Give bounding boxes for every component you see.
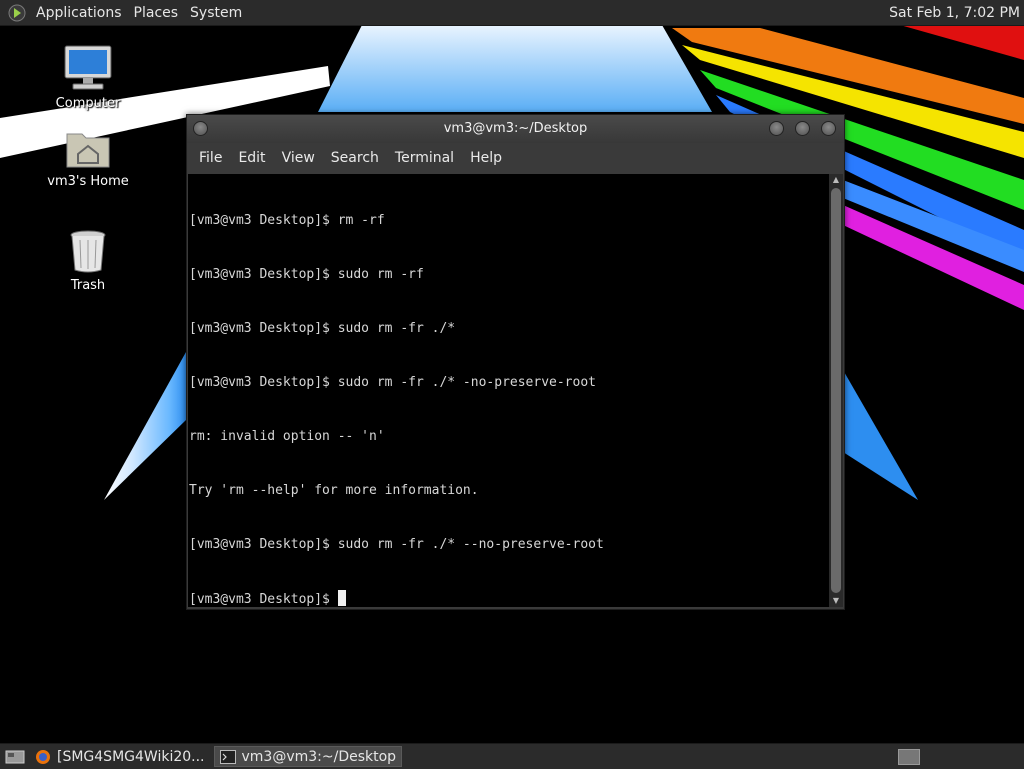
panel-clock[interactable]: Sat Feb 1, 7:02 PM	[889, 5, 1024, 21]
scrollbar-thumb[interactable]	[831, 188, 841, 593]
menu-system[interactable]: System	[184, 5, 248, 21]
minimize-button[interactable]	[769, 121, 784, 136]
close-button[interactable]	[821, 121, 836, 136]
terminal-line: [vm3@vm3 Desktop]$ sudo rm -fr ./*	[189, 321, 456, 336]
terminal-line: [vm3@vm3 Desktop]$ rm -rf	[189, 213, 385, 228]
terminal-line: Try 'rm --help' for more information.	[189, 483, 479, 498]
menu-search[interactable]: Search	[323, 150, 387, 166]
desktop-icon-label: Trash	[70, 278, 106, 293]
window-title: vm3@vm3:~/Desktop	[443, 121, 588, 136]
desktop-icon-home[interactable]: vm3's Home	[38, 128, 138, 189]
terminal-menubar: File Edit View Search Terminal Help	[187, 143, 844, 173]
workspace-switcher[interactable]	[898, 748, 920, 765]
home-folder-icon	[66, 133, 110, 168]
computer-icon	[64, 45, 112, 90]
menu-terminal[interactable]: Terminal	[387, 150, 462, 166]
bottom-panel: [SMG4SMG4Wiki20... vm3@vm3:~/Desktop	[0, 743, 1024, 769]
desktop-icon-label: Computer	[55, 96, 121, 111]
applications-logo-icon[interactable]	[8, 4, 26, 22]
terminal-line: rm: invalid option -- 'n'	[189, 429, 385, 444]
trash-icon	[70, 230, 106, 273]
terminal-window: vm3@vm3:~/Desktop File Edit View Search …	[186, 114, 845, 610]
terminal-scrollbar[interactable]: ▲ ▼	[829, 174, 843, 607]
text-cursor	[337, 590, 346, 606]
terminal-icon	[219, 749, 236, 764]
terminal-prompt: [vm3@vm3 Desktop]$	[189, 592, 338, 607]
terminal-line: [vm3@vm3 Desktop]$ sudo rm -fr ./* -no-p…	[189, 375, 596, 390]
taskbar-item-firefox[interactable]: [SMG4SMG4Wiki20...	[30, 746, 210, 767]
menu-edit[interactable]: Edit	[230, 150, 273, 166]
menu-applications[interactable]: Applications	[30, 5, 128, 21]
menu-help[interactable]: Help	[462, 150, 510, 166]
terminal-prompt-line: [vm3@vm3 Desktop]$	[189, 590, 829, 607]
menu-file[interactable]: File	[191, 150, 230, 166]
taskbar-item-terminal[interactable]: vm3@vm3:~/Desktop	[213, 746, 403, 767]
terminal-line: [vm3@vm3 Desktop]$ sudo rm -rf	[189, 267, 424, 282]
menu-places[interactable]: Places	[128, 5, 185, 21]
desktop-icon-trash[interactable]: Trash	[38, 228, 138, 293]
window-menu-button[interactable]	[193, 121, 208, 136]
terminal-output[interactable]: [vm3@vm3 Desktop]$ rm -rf [vm3@vm3 Deskt…	[188, 174, 829, 607]
scroll-up-icon[interactable]: ▲	[829, 174, 843, 186]
taskbar-item-label: [SMG4SMG4Wiki20...	[57, 748, 205, 765]
menu-view[interactable]: View	[274, 150, 323, 166]
prism	[318, 25, 712, 112]
scroll-down-icon[interactable]: ▼	[829, 595, 843, 607]
show-desktop-icon[interactable]	[4, 748, 26, 766]
taskbar-item-label: vm3@vm3:~/Desktop	[241, 748, 397, 765]
firefox-icon	[35, 749, 51, 765]
window-titlebar[interactable]: vm3@vm3:~/Desktop	[187, 115, 844, 143]
terminal-line: [vm3@vm3 Desktop]$ sudo rm -fr ./* --no-…	[189, 537, 604, 552]
desktop-icon-computer[interactable]: Computer	[38, 44, 138, 111]
maximize-button[interactable]	[795, 121, 810, 136]
desktop-icon-label: vm3's Home	[47, 174, 129, 189]
top-panel: Applications Places System Sat Feb 1, 7:…	[0, 0, 1024, 26]
